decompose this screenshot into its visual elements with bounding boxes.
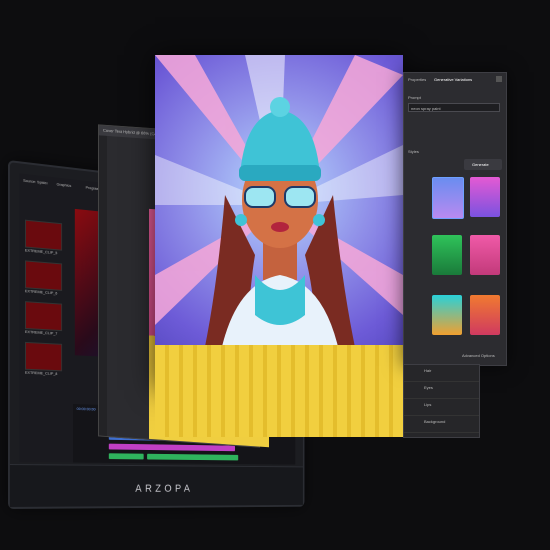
- timeline-clip[interactable]: [108, 443, 236, 452]
- layer-row[interactable]: Hair: [404, 365, 479, 382]
- bin-thumbnail[interactable]: [25, 219, 63, 251]
- styles-label: Styles: [408, 149, 419, 154]
- timeline-timecode: 00:00:00:00: [76, 406, 96, 412]
- variation-thumbnail[interactable]: [432, 177, 464, 219]
- panel-tab-generative[interactable]: Generative Variations: [434, 77, 472, 82]
- close-icon[interactable]: [496, 76, 502, 82]
- prompt-input[interactable]: neon spray paint: [408, 103, 500, 112]
- variation-thumbnail[interactable]: [470, 295, 500, 335]
- layer-row[interactable]: Eyes: [404, 382, 479, 399]
- generate-button-label: Generate: [472, 162, 489, 167]
- variation-thumbnail[interactable]: [470, 177, 500, 217]
- timeline-clip[interactable]: [108, 453, 144, 460]
- premiere-tab-source[interactable]: Source: Spider: [23, 178, 48, 186]
- sweater-artwork: [155, 345, 405, 437]
- variation-thumbnail[interactable]: [470, 235, 500, 275]
- layer-row[interactable]: Lips: [404, 399, 479, 416]
- bin-thumbnail[interactable]: [25, 301, 63, 332]
- layer-row[interactable]: Background: [404, 416, 479, 433]
- artwork-canvas[interactable]: [155, 55, 403, 390]
- generative-variations-panel: Properties Generative Variations Prompt …: [403, 72, 507, 366]
- layers-panel: Hair Eyes Lips Background: [403, 364, 480, 438]
- prompt-label: Prompt: [408, 95, 421, 100]
- variation-thumbnail[interactable]: [432, 295, 462, 335]
- bin-thumbnails: EXTREME_CLIP_5 EXTREME_CLIP_6 EXTREME_CL…: [25, 219, 63, 377]
- bin-thumbnail[interactable]: [25, 260, 63, 291]
- monitor-bezel-bottom: ARZOPA: [9, 464, 303, 507]
- variation-thumbnail[interactable]: [432, 235, 462, 275]
- brand-logo: ARZOPA: [135, 483, 194, 495]
- panel-tab-properties[interactable]: Properties: [408, 77, 426, 82]
- generate-button[interactable]: Generate: [464, 159, 502, 170]
- timeline-clip[interactable]: [147, 453, 239, 461]
- artwork-illustration: [155, 55, 403, 390]
- advanced-options-link[interactable]: Advanced Options: [462, 353, 495, 358]
- photoshop-toolbar[interactable]: [99, 135, 107, 436]
- premiere-tab-graphics[interactable]: Graphics: [57, 181, 72, 188]
- bin-label: EXTREME_CLIP_8: [25, 369, 58, 377]
- bin-thumbnail[interactable]: [25, 341, 63, 372]
- bin-label: EXTREME_CLIP_7: [25, 328, 58, 336]
